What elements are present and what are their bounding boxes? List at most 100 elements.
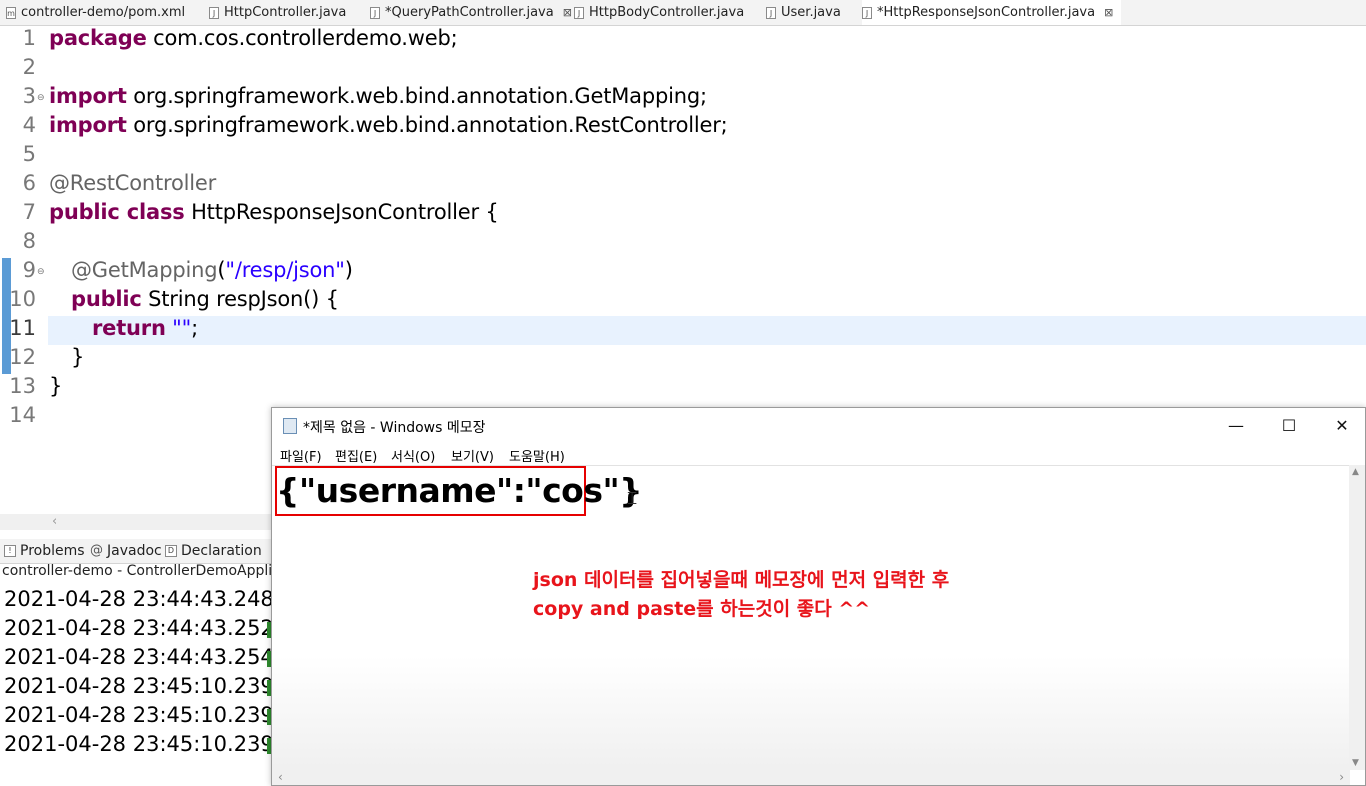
console-log-line: 2021-04-28 23:45:10.239 xyxy=(4,732,274,756)
editor-horizontal-scrollbar[interactable]: ‹ xyxy=(0,514,272,530)
tab-user-java[interactable]: J User.java xyxy=(766,0,841,25)
java-file-icon: J xyxy=(370,6,380,19)
notepad-content: {"username":"cos"} xyxy=(276,471,643,510)
editor-tab-bar: m controller-demo/pom.xml J HttpControll… xyxy=(0,0,1366,26)
code-line-4: import org.springframework.web.bind.anno… xyxy=(49,113,728,137)
code-line-3: import org.springframework.web.bind.anno… xyxy=(49,84,707,108)
tab-label: HttpController.java xyxy=(224,5,347,20)
notepad-window: *제목 없음 - Windows 메모장 — ☐ ✕ 파일(F) 편집(E) 서… xyxy=(271,407,1366,786)
close-button[interactable]: ✕ xyxy=(1319,412,1365,440)
code-text: com.cos.controllerdemo.web; xyxy=(146,26,458,50)
console-log-line: 2021-04-28 23:44:43.248 xyxy=(4,587,274,611)
keyword: import xyxy=(49,113,127,137)
code-text: String respJson() { xyxy=(141,287,339,311)
line-number: 10 xyxy=(9,287,36,311)
annotation-line-1: json 데이터를 집어넣을때 메모장에 먼저 입력한 후 xyxy=(533,569,950,591)
tab-problems[interactable]: ! Problems xyxy=(4,539,85,563)
line-number: 12 xyxy=(9,345,36,369)
tab-label: User.java xyxy=(781,5,841,20)
line-number: 6 xyxy=(22,171,36,195)
code-text: HttpResponseJsonController { xyxy=(184,200,499,224)
code-text: org.springframework.web.bind.annotation.… xyxy=(126,84,707,108)
code-line-6: @RestController xyxy=(49,171,216,195)
tab-http-body-controller[interactable]: J HttpBodyController.java xyxy=(574,0,744,25)
menu-file[interactable]: 파일(F) xyxy=(280,446,322,465)
keyword: public class xyxy=(49,200,185,224)
code-line-1: package com.cos.controllerdemo.web; xyxy=(49,26,458,50)
minimize-button[interactable]: — xyxy=(1213,412,1259,440)
menu-help[interactable]: 도움말(H) xyxy=(509,446,565,465)
code-line-10: public String respJson() { xyxy=(71,287,339,311)
tab-declaration[interactable]: D Declaration xyxy=(165,539,262,563)
notepad-title: *제목 없음 - Windows 메모장 xyxy=(303,420,486,436)
java-file-icon: J xyxy=(209,6,219,19)
screen-fade-overlay xyxy=(272,656,1350,771)
code-text: ) xyxy=(344,258,353,282)
line-number: 3 xyxy=(22,84,36,108)
annotation-line-2: copy and paste를 하는것이 좋다 ^^ xyxy=(533,598,871,620)
menu-format[interactable]: 서식(O) xyxy=(391,446,435,465)
keyword: import xyxy=(49,84,127,108)
code-text: } xyxy=(49,374,63,398)
declaration-icon: D xyxy=(165,545,177,557)
notepad-app-icon xyxy=(283,418,297,434)
notepad-vertical-scrollbar[interactable]: ▲ ▼ xyxy=(1349,465,1365,770)
java-file-icon: J xyxy=(862,6,872,19)
line-number: 14 xyxy=(9,403,36,427)
tab-label: HttpBodyController.java xyxy=(589,5,745,20)
bottom-panel-tabs: ! Problems @ Javadoc D Declaration xyxy=(0,539,272,564)
console-log-line: 2021-04-28 23:44:43.252 xyxy=(4,616,274,640)
tab-query-path-controller[interactable]: J *QueryPathController.java ⊠ xyxy=(370,0,572,25)
notepad-text-area[interactable]: {"username":"cos"} ⌶ json 데이터를 집어넣을때 메모장… xyxy=(272,465,1350,771)
problems-icon: ! xyxy=(4,545,16,557)
java-file-icon: J xyxy=(574,6,584,19)
tab-http-response-json-controller[interactable]: J *HttpResponseJsonController.java ⊠ xyxy=(862,0,1122,25)
line-number: 7 xyxy=(22,200,36,224)
fold-icon[interactable]: ⊖ xyxy=(37,93,45,103)
code-line-12: } xyxy=(71,345,84,369)
code-line-9: @GetMapping("/resp/json") xyxy=(71,258,353,282)
keyword: package xyxy=(49,26,147,50)
line-number: 5 xyxy=(22,142,36,166)
menu-view[interactable]: 보기(V) xyxy=(451,446,494,465)
keyword: return xyxy=(92,316,166,340)
code-line-13: } xyxy=(49,374,62,398)
code-line-7: public class HttpResponseJsonController … xyxy=(49,200,499,224)
scroll-left-icon[interactable]: ‹ xyxy=(52,514,57,530)
tab-http-controller[interactable]: J HttpController.java xyxy=(209,0,346,25)
notepad-title-bar[interactable]: *제목 없음 - Windows 메모장 — ☐ ✕ xyxy=(272,408,1365,444)
line-number: 13 xyxy=(9,374,36,398)
java-file-icon: J xyxy=(766,6,776,19)
scroll-down-icon[interactable]: ▼ xyxy=(1352,758,1359,768)
notepad-horizontal-scrollbar[interactable]: ‹ › xyxy=(272,769,1350,785)
close-tab-icon[interactable]: ⊠ xyxy=(1104,0,1113,25)
line-number: 8 xyxy=(22,229,36,253)
maximize-button[interactable]: ☐ xyxy=(1266,412,1312,440)
string-literal: "" xyxy=(165,316,192,340)
line-number: 4 xyxy=(22,113,36,137)
tab-label: Javadoc xyxy=(107,543,162,559)
line-number-current: 11 xyxy=(9,316,36,340)
javadoc-icon: @ xyxy=(90,543,103,558)
close-tab-icon[interactable]: ⊠ xyxy=(563,0,572,25)
line-number: 2 xyxy=(22,55,36,79)
line-number: 9 xyxy=(22,258,36,282)
console-log-line: 2021-04-28 23:45:10.239 xyxy=(4,674,274,698)
string-literal: "/resp/json" xyxy=(225,258,345,282)
scroll-up-icon[interactable]: ▲ xyxy=(1352,467,1359,477)
keyword: public xyxy=(71,287,142,311)
tab-javadoc[interactable]: @ Javadoc xyxy=(90,539,162,563)
tab-label: *HttpResponseJsonController.java xyxy=(877,5,1096,20)
scroll-left-icon[interactable]: ‹ xyxy=(278,769,283,785)
fold-icon[interactable]: ⊖ xyxy=(37,267,45,277)
tab-label: *QueryPathController.java xyxy=(385,5,554,20)
text-cursor-icon: ⌶ xyxy=(627,489,638,509)
scroll-right-icon[interactable]: › xyxy=(1339,769,1344,785)
console-log-line: 2021-04-28 23:44:43.254 xyxy=(4,645,274,669)
console-log-line: 2021-04-28 23:45:10.239 xyxy=(4,703,274,727)
annotation: @RestController xyxy=(49,171,217,195)
menu-edit[interactable]: 편집(E) xyxy=(335,446,377,465)
tab-pom-xml[interactable]: m controller-demo/pom.xml xyxy=(6,0,185,25)
tab-label: controller-demo/pom.xml xyxy=(21,5,186,20)
xml-file-icon: m xyxy=(6,6,16,19)
